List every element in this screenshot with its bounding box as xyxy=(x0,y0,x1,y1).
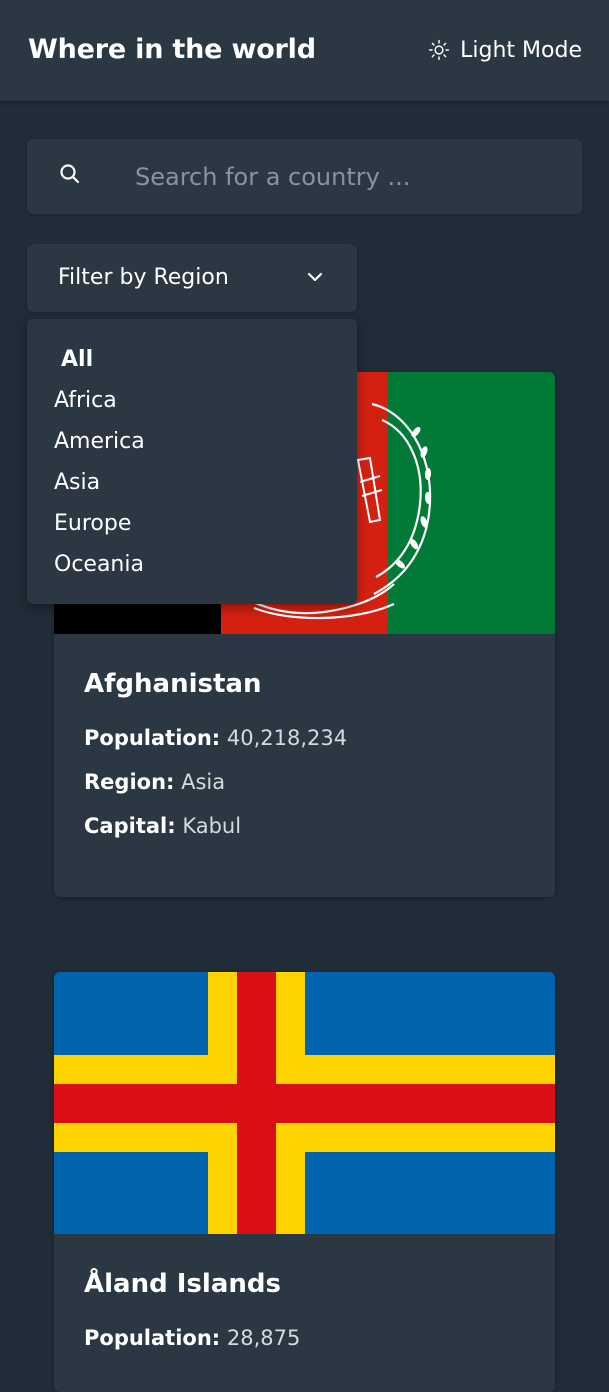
search-input[interactable] xyxy=(135,157,555,197)
region-filter-label: Filter by Region xyxy=(58,265,229,290)
region-option-africa[interactable]: Africa xyxy=(27,380,357,421)
region-option-europe[interactable]: Europe xyxy=(27,503,357,544)
aland-islands-flag-icon xyxy=(54,972,555,1234)
app-header: Where in the world Light Mode xyxy=(0,0,609,101)
sun-icon xyxy=(428,39,450,61)
capital-value: Kabul xyxy=(182,814,242,838)
chevron-down-icon xyxy=(306,268,324,290)
population-label: Population: xyxy=(84,1326,221,1350)
region-option-asia[interactable]: Asia xyxy=(27,462,357,503)
population-value: 40,218,234 xyxy=(226,726,348,750)
theme-toggle-label: Light Mode xyxy=(460,37,582,63)
search-icon xyxy=(58,162,82,190)
capital-label: Capital: xyxy=(84,814,176,838)
region-filter-select[interactable]: Filter by Region xyxy=(27,244,357,312)
population-stat: Population: 40,218,234 xyxy=(84,724,525,752)
app-title: Where in the world xyxy=(28,34,316,65)
region-filter-dropdown: All Africa America Asia Europe Oceania xyxy=(27,319,357,604)
population-value: 28,875 xyxy=(226,1326,301,1350)
region-option-all[interactable]: All xyxy=(27,339,357,380)
population-label: Population: xyxy=(84,726,221,750)
region-label: Region: xyxy=(84,770,175,794)
country-name: Åland Islands xyxy=(84,1269,281,1299)
region-option-america[interactable]: America xyxy=(27,421,357,462)
region-option-oceania[interactable]: Oceania xyxy=(27,544,357,585)
population-stat: Population: 28,875 xyxy=(84,1324,525,1352)
country-card-aland-islands[interactable]: Åland Islands Population: 28,875 xyxy=(54,972,555,1392)
region-value: Asia xyxy=(181,770,226,794)
theme-toggle-button[interactable]: Light Mode xyxy=(428,34,582,66)
region-stat: Region: Asia xyxy=(84,768,525,796)
capital-stat: Capital: Kabul xyxy=(84,812,525,840)
country-name: Afghanistan xyxy=(84,669,262,699)
